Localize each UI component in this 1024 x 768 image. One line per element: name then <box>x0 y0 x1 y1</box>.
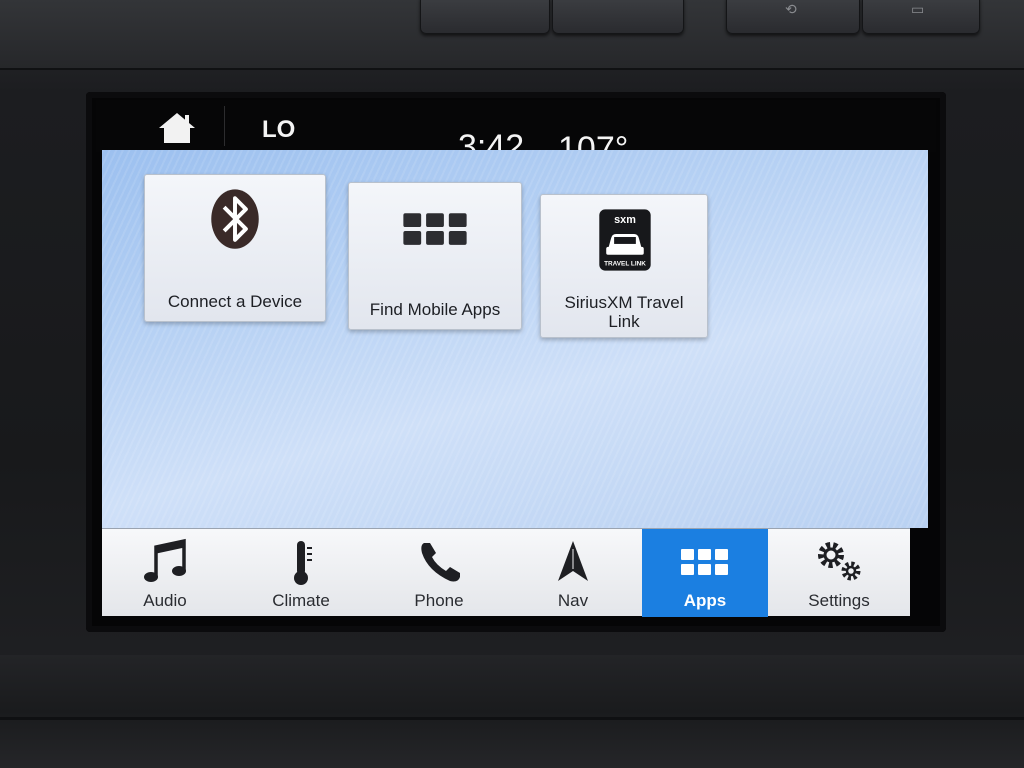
find-mobile-apps-tile[interactable]: Find Mobile Apps <box>348 182 522 330</box>
music-note-icon <box>144 538 186 582</box>
nav-label: Apps <box>683 591 727 610</box>
trim-ridge <box>0 717 1024 720</box>
dashboard-trim <box>0 655 1024 768</box>
tile-label: Connect a Device <box>167 292 303 311</box>
sxm-travel-link-icon: sxm TRAVEL LINK <box>599 209 651 271</box>
bluetooth-icon <box>211 189 259 249</box>
phone-icon <box>421 543 460 582</box>
nav-navigation[interactable]: Nav <box>510 529 636 617</box>
hardware-rear-defrost-button[interactable]: ▭ <box>862 0 980 34</box>
tile-label: Find Mobile Apps <box>369 300 501 319</box>
tile-label: SiriusXM Travel Link <box>564 293 684 331</box>
thermometer-icon <box>294 541 312 585</box>
defrost-icon: ▭ <box>911 1 925 17</box>
nav-label: Audio <box>143 591 187 610</box>
siriusxm-travel-link-tile[interactable]: sxm TRAVEL LINK SiriusXM Travel Link <box>540 194 708 338</box>
home-icon <box>159 113 195 143</box>
nav-label: Nav <box>557 591 589 610</box>
nav-audio[interactable]: Audio <box>102 529 228 617</box>
nav-label: Settings <box>808 591 870 610</box>
apps-content-area: Connect a Device Find Mobile Apps sxm TR… <box>102 150 928 528</box>
hardware-button[interactable] <box>552 0 684 34</box>
app-grid-icon <box>681 549 728 575</box>
nav-phone[interactable]: Phone <box>376 529 502 617</box>
recirculation-icon: ⟲ <box>785 1 797 17</box>
navigation-arrow-icon <box>558 541 588 581</box>
hardware-button-strip: ⟲ ▭ <box>0 0 1024 70</box>
travel-link-badge-text: TRAVEL LINK <box>604 261 646 268</box>
hardware-recirculation-button[interactable]: ⟲ <box>726 0 860 34</box>
nav-climate[interactable]: Climate <box>238 529 364 617</box>
infotainment-screen: LO 3:42 107° LO Connect a Device <box>86 92 946 632</box>
status-bar: LO 3:42 107° LO <box>96 100 936 181</box>
hardware-button[interactable] <box>420 0 550 34</box>
nav-settings[interactable]: Settings <box>776 529 902 617</box>
app-grid-icon <box>403 213 467 245</box>
gears-icon <box>818 542 861 581</box>
driver-temp-setting[interactable]: LO <box>262 116 295 144</box>
status-divider <box>224 106 225 146</box>
connect-device-tile[interactable]: Connect a Device <box>144 174 326 322</box>
home-button[interactable] <box>156 110 198 146</box>
bottom-nav-bar: Audio Climate Phone Nav Apps Settings <box>102 528 910 617</box>
nav-label: Phone <box>414 591 464 610</box>
nav-label: Climate <box>272 591 330 610</box>
sxm-badge-text: sxm <box>614 214 636 226</box>
nav-apps[interactable]: Apps <box>642 529 768 617</box>
